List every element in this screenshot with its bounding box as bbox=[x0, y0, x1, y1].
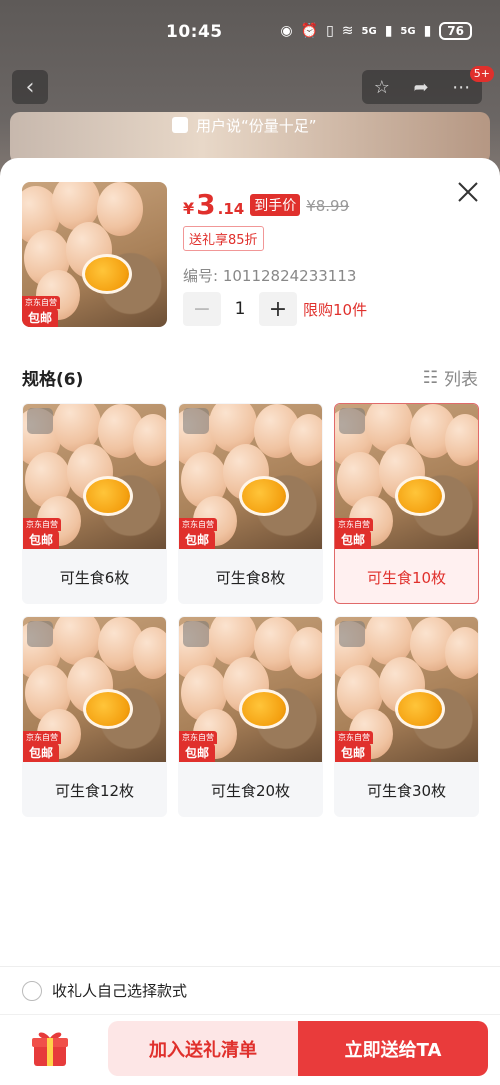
expand-icon[interactable] bbox=[339, 408, 365, 434]
plus-icon: + bbox=[268, 296, 288, 322]
free-shipping-badge: 包邮 bbox=[335, 530, 372, 549]
signal-bars-icon: ▮ bbox=[384, 23, 393, 39]
spec-option-card[interactable]: 京东自营 包邮可生食10枚 bbox=[334, 403, 479, 604]
spec-grid: 京东自营 包邮 可生食6枚 京东自营 包邮 可生食8枚 京东自营 包邮 可生食10枚 京东自营 包邮… bbox=[22, 403, 479, 817]
divider bbox=[0, 966, 500, 967]
spec-option-label: 可生食10枚 bbox=[366, 568, 447, 587]
wifi-icon: ≋ bbox=[341, 23, 354, 39]
spec-option-image: 京东自营 包邮 bbox=[335, 404, 478, 549]
spec-option-label: 可生食8枚 bbox=[215, 568, 286, 587]
status-icons: ◉ ⏰ ▯ ≋ 5G ▮ 5G ▮ 76 bbox=[280, 22, 472, 40]
sku-number: 编号: 10112824233113 bbox=[183, 267, 357, 285]
radio-button[interactable] bbox=[22, 980, 42, 1001]
spec-option-label: 可生食6枚 bbox=[59, 568, 130, 587]
gift-discount-badge: 送礼享85折 bbox=[183, 226, 264, 251]
free-shipping-badge: 包邮 bbox=[23, 530, 60, 549]
spec-option-image: 京东自营 包邮 bbox=[23, 617, 166, 762]
gift-icon[interactable] bbox=[28, 1026, 72, 1070]
thumbs-up-icon bbox=[172, 117, 188, 133]
chevron-left-icon: ‹ bbox=[25, 74, 35, 100]
list-icon: ☷ bbox=[422, 367, 438, 388]
spec-option-label: 可生食12枚 bbox=[54, 781, 135, 800]
review-pill: 用户说“份量十足” bbox=[160, 112, 329, 138]
spec-option-card[interactable]: 京东自营 包邮可生食12枚 bbox=[22, 616, 167, 817]
spec-option-image: 京东自营 包邮 bbox=[23, 404, 166, 549]
price-integer: 3 bbox=[196, 188, 216, 221]
price-decimal: .14 bbox=[217, 200, 245, 218]
list-view-toggle[interactable]: ☷ 列表 bbox=[422, 365, 478, 391]
expand-icon[interactable] bbox=[183, 621, 209, 647]
message-badge: 5+ bbox=[469, 66, 494, 82]
spec-option-label: 可生食20枚 bbox=[210, 781, 291, 800]
review-text: 用户说“份量十足” bbox=[196, 116, 317, 135]
signal-icon: 5G bbox=[361, 25, 377, 37]
header-actions: ☆ ➦ ⋯ bbox=[362, 70, 482, 104]
more-icon[interactable]: ⋯ bbox=[452, 77, 470, 98]
free-shipping-badge: 包邮 bbox=[23, 743, 60, 762]
original-price: ¥8.99 bbox=[306, 197, 350, 215]
spec-option-card[interactable]: 京东自营 包邮可生食6枚 bbox=[22, 403, 167, 604]
status-bar: 10:45 ◉ ⏰ ▯ ≋ 5G ▮ 5G ▮ 76 bbox=[0, 0, 500, 66]
sku-sheet: 京东自营 包邮 ¥ 3 .14 到手价 ¥8.99 送礼享85折 编号: 101… bbox=[0, 158, 500, 1085]
send-now-button[interactable]: 立即送给TA bbox=[298, 1021, 488, 1076]
minus-icon: − bbox=[192, 296, 212, 322]
add-to-gift-list-button[interactable]: 加入送礼清单 bbox=[108, 1021, 298, 1076]
spec-option-card[interactable]: 京东自营 包邮可生食30枚 bbox=[334, 616, 479, 817]
increase-button[interactable]: + bbox=[259, 292, 297, 326]
share-icon[interactable]: ➦ bbox=[414, 77, 429, 98]
battery-icon: 76 bbox=[439, 22, 472, 40]
signal-bars-icon-2: ▮ bbox=[423, 23, 432, 39]
expand-icon[interactable] bbox=[27, 408, 53, 434]
spec-option-image: 京东自营 包邮 bbox=[179, 617, 322, 762]
divider bbox=[0, 1014, 500, 1015]
star-icon[interactable]: ☆ bbox=[374, 77, 390, 98]
free-shipping-badge: 包邮 bbox=[22, 308, 59, 327]
spec-option-label: 可生食30枚 bbox=[366, 781, 447, 800]
eye-icon: ◉ bbox=[280, 23, 293, 39]
vibrate-icon: ▯ bbox=[326, 23, 334, 39]
free-shipping-badge: 包邮 bbox=[179, 743, 216, 762]
expand-icon[interactable] bbox=[183, 408, 209, 434]
price-row: ¥ 3 .14 到手价 ¥8.99 bbox=[183, 188, 349, 221]
free-shipping-badge: 包邮 bbox=[335, 743, 372, 762]
recipient-choice-option[interactable]: 收礼人自己选择款式 bbox=[22, 980, 187, 1001]
quantity-value[interactable]: 1 bbox=[221, 299, 259, 319]
status-time: 10:45 bbox=[166, 22, 223, 42]
recipient-choice-label: 收礼人自己选择款式 bbox=[52, 982, 188, 1000]
final-price-tag: 到手价 bbox=[250, 194, 301, 216]
spec-option-image: 京东自营 包邮 bbox=[335, 617, 478, 762]
free-shipping-badge: 包邮 bbox=[179, 530, 216, 549]
decrease-button[interactable]: − bbox=[183, 292, 221, 326]
list-toggle-label: 列表 bbox=[444, 370, 478, 390]
back-button[interactable]: ‹ bbox=[12, 70, 48, 104]
quantity-stepper: − 1 + 限购10件 bbox=[183, 292, 367, 326]
expand-icon[interactable] bbox=[339, 621, 365, 647]
close-icon[interactable] bbox=[456, 180, 480, 204]
spec-title: 规格(6) bbox=[22, 370, 84, 390]
signal-icon-2: 5G bbox=[400, 25, 416, 37]
price-currency: ¥ bbox=[183, 199, 195, 218]
product-image[interactable]: 京东自营 包邮 bbox=[22, 182, 167, 327]
purchase-limit: 限购10件 bbox=[303, 300, 368, 319]
spec-option-image: 京东自营 包邮 bbox=[179, 404, 322, 549]
spec-option-card[interactable]: 京东自营 包邮可生食8枚 bbox=[178, 403, 323, 604]
spec-option-card[interactable]: 京东自营 包邮可生食20枚 bbox=[178, 616, 323, 817]
alarm-icon: ⏰ bbox=[300, 23, 319, 39]
expand-icon[interactable] bbox=[27, 621, 53, 647]
